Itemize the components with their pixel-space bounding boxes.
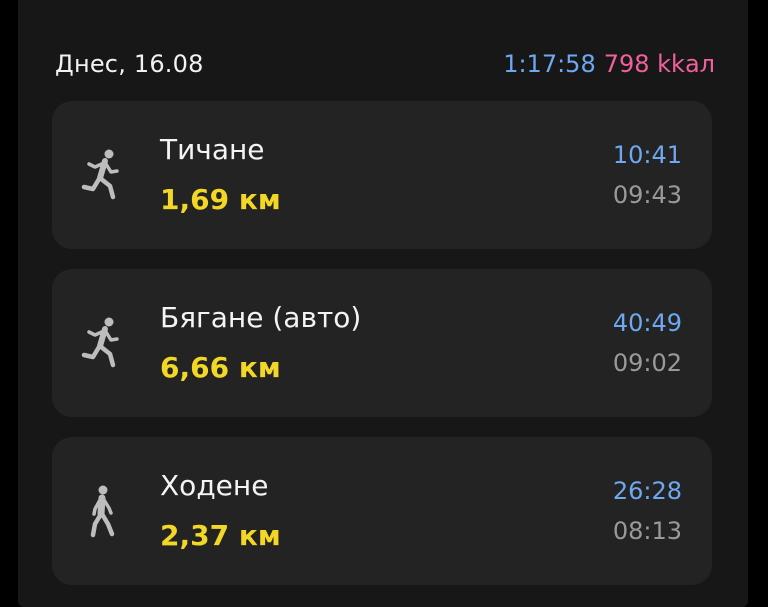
activity-card-running-auto[interactable]: Бягане (авто) 6,66 км 40:49 09:02 [52, 269, 712, 417]
activity-card-walking[interactable]: Ходене 2,37 км 26:28 08:13 [52, 437, 712, 585]
activity-card-running[interactable]: Тичане 1,69 км 10:41 09:43 [52, 101, 712, 249]
day-totals: 1:17:58 798 kkал [503, 50, 715, 78]
walking-person-icon [80, 483, 124, 539]
activity-name: Бягане (авто) [160, 301, 362, 334]
total-time: 1:17:58 [503, 50, 596, 78]
date-label: Днес, 16.08 [55, 50, 204, 78]
activity-name: Ходене [160, 469, 269, 502]
activity-distance: 6,66 км [160, 351, 281, 384]
total-calories: 798 kkал [603, 50, 715, 78]
activity-distance: 2,37 км [160, 519, 281, 552]
activity-start-time: 09:43 [612, 181, 682, 209]
activity-start-time: 09:02 [612, 349, 682, 377]
day-summary-header: Днес, 16.08 1:17:58 798 kkал [55, 50, 715, 86]
running-person-icon [80, 147, 124, 203]
activity-name: Тичане [160, 133, 265, 166]
running-person-icon [80, 315, 124, 371]
activity-duration: 10:41 [612, 141, 682, 169]
activity-start-time: 08:13 [612, 517, 682, 545]
app-screen: Днес, 16.08 1:17:58 798 kkал Тичане 1,69 … [18, 0, 748, 607]
activity-duration: 40:49 [612, 309, 682, 337]
activity-duration: 26:28 [612, 477, 682, 505]
activity-distance: 1,69 км [160, 183, 281, 216]
